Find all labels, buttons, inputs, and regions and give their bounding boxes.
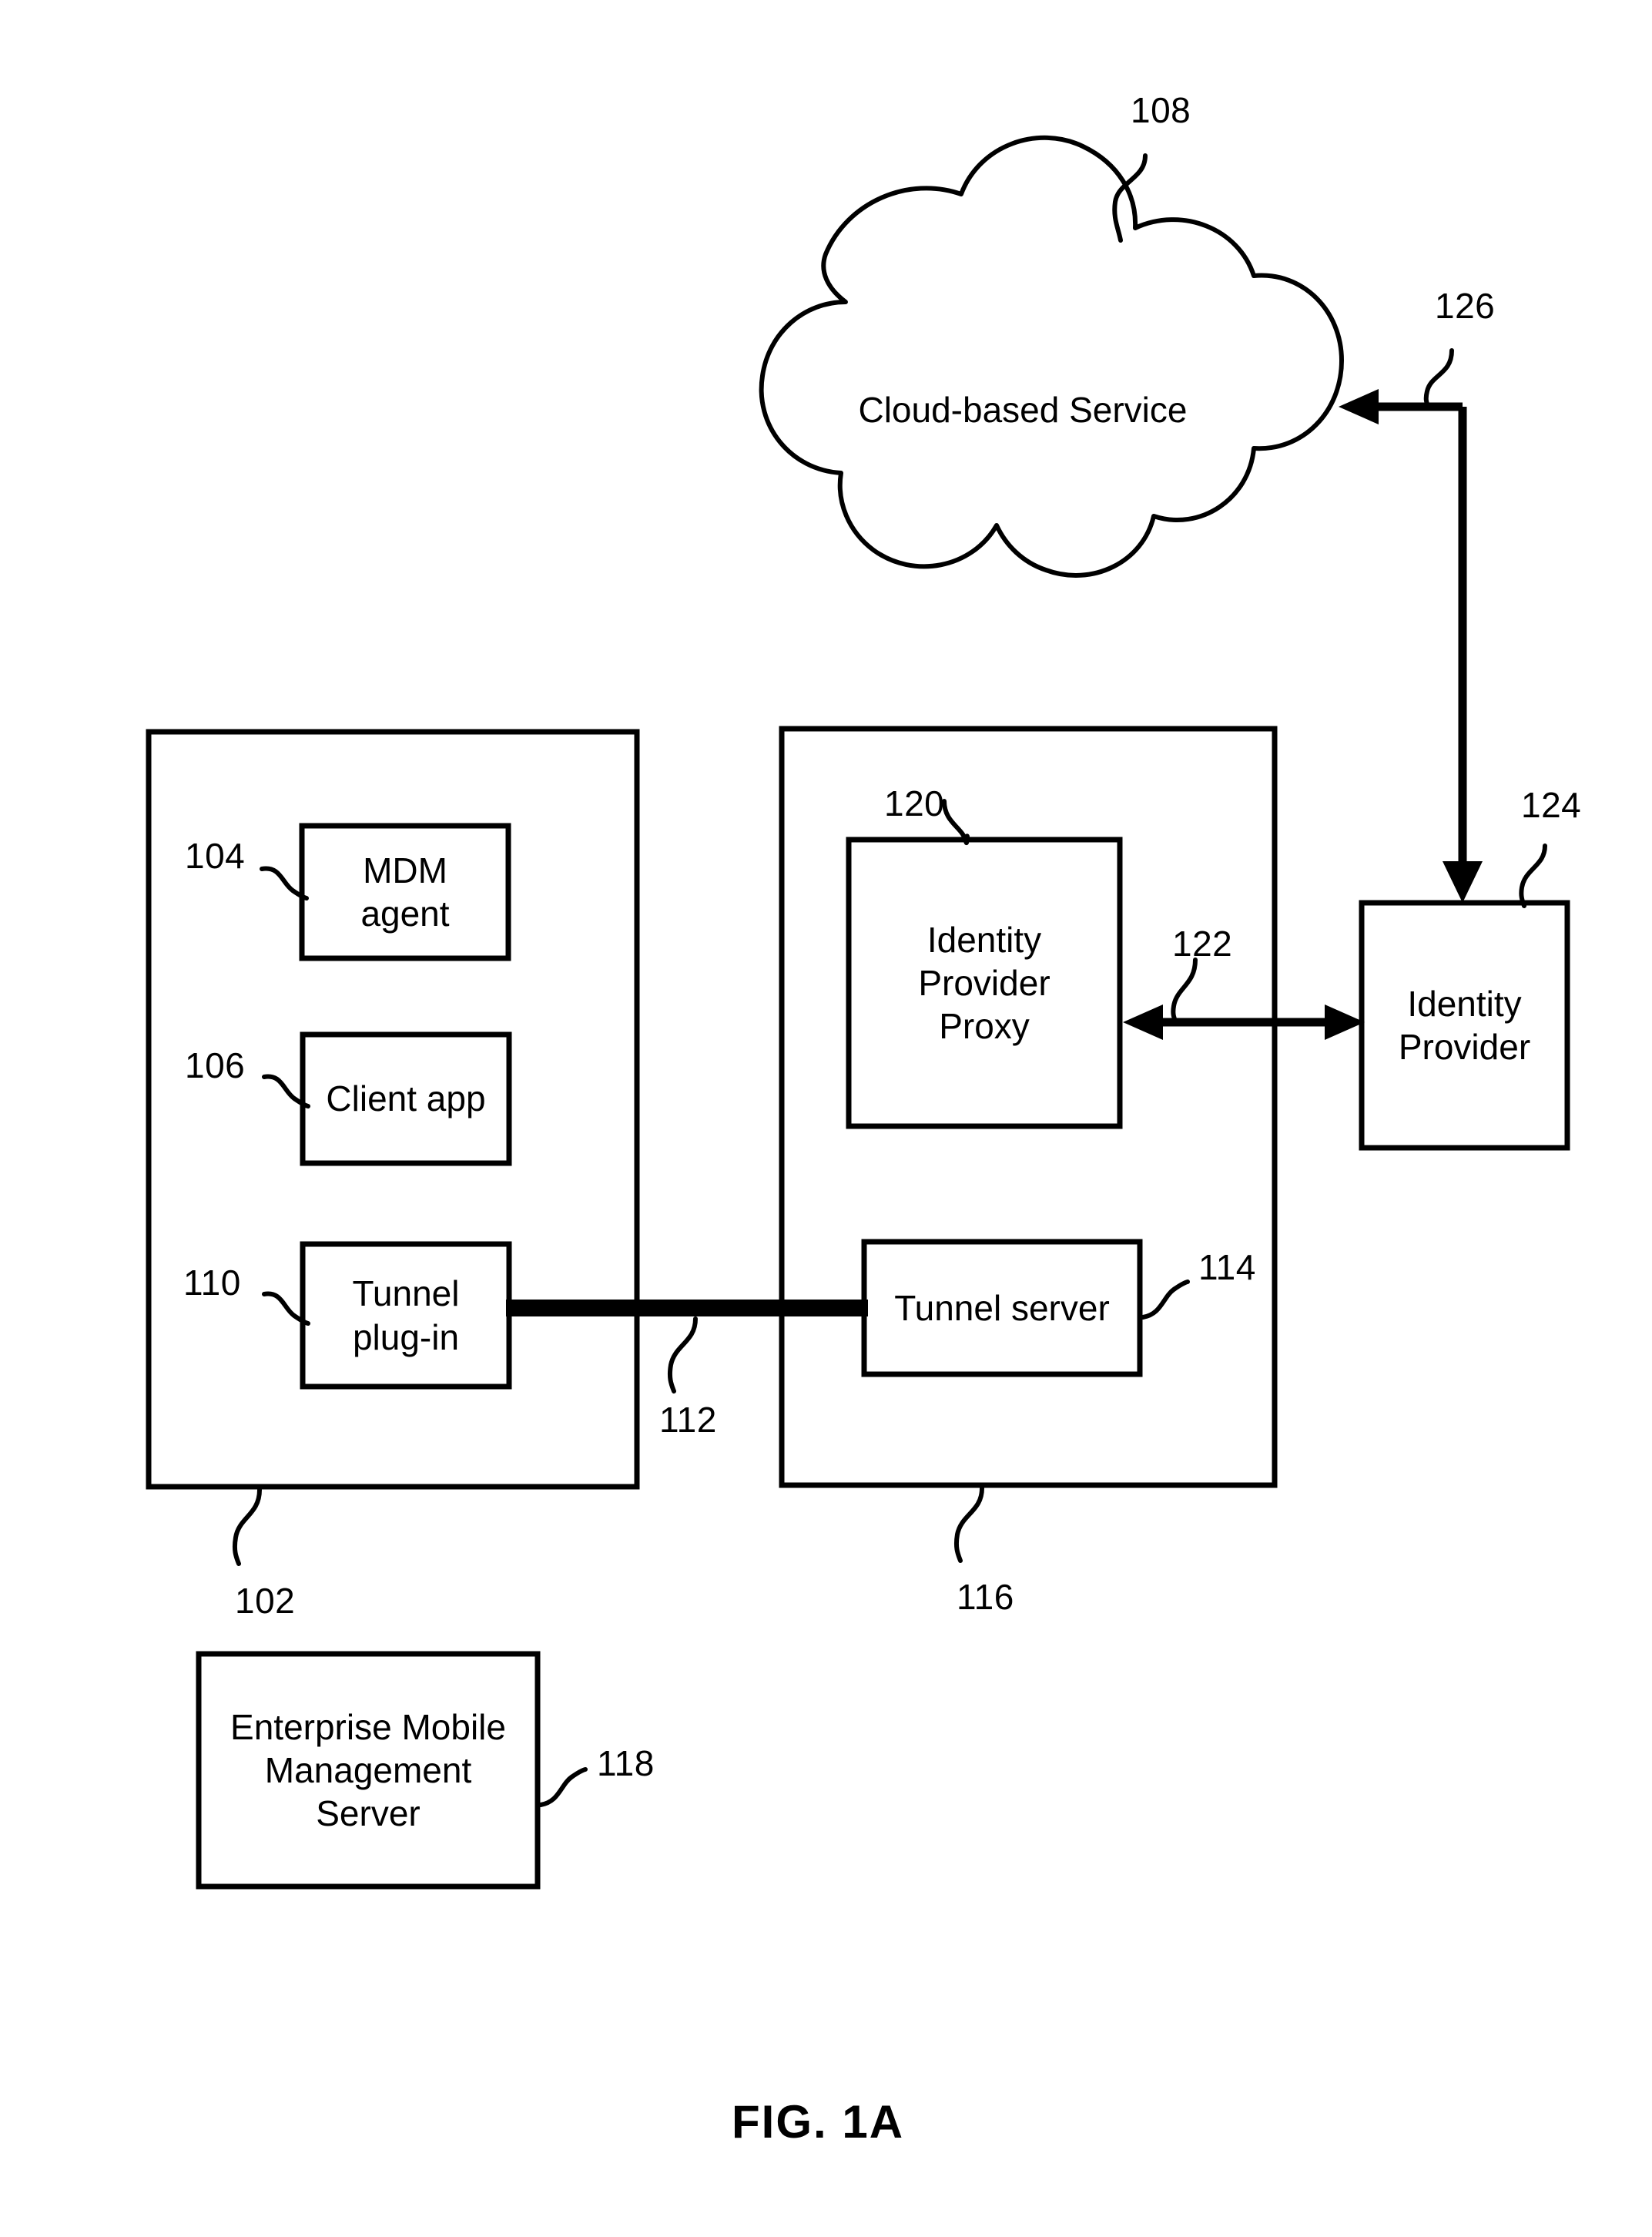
ref-118: 118	[597, 1743, 655, 1783]
tunnel-plugin-line1: Tunnel	[352, 1273, 460, 1314]
figure-canvas: Cloud-based Service 108 126 102 116 MDM …	[0, 0, 1652, 2237]
connector-126	[1339, 389, 1483, 903]
ref-116: 116	[957, 1577, 1014, 1617]
mdm-agent-line1: MDM	[363, 850, 447, 890]
leader-112	[667, 1316, 698, 1394]
block-label-identity-provider: Identity Provider	[1362, 903, 1567, 1148]
ref-112: 112	[659, 1400, 717, 1440]
ref-104: 104	[185, 836, 246, 876]
ref-114: 114	[1198, 1247, 1256, 1287]
connector-122	[1123, 1004, 1365, 1040]
leader-102	[232, 1487, 262, 1566]
ref-102: 102	[235, 1581, 296, 1621]
ref-124: 124	[1521, 785, 1582, 825]
mdm-agent-line2: agent	[360, 894, 450, 934]
leader-124	[1519, 843, 1547, 908]
idp-proxy-line1: Identity	[927, 919, 1042, 960]
block-label-client-app: Client app	[326, 1078, 486, 1119]
cloud-label: Cloud-based Service	[858, 390, 1188, 430]
leader-122	[1171, 958, 1198, 1025]
idp-proxy-line2: Provider	[918, 962, 1051, 1003]
leader-116	[953, 1486, 984, 1563]
ref-122: 122	[1172, 924, 1233, 964]
ref-106: 106	[185, 1045, 246, 1085]
ref-108: 108	[1131, 90, 1191, 130]
block-label-tunnel-plugin: Tunnel plug-in	[303, 1244, 509, 1387]
leader-118	[538, 1767, 588, 1807]
emm-server-line2: Management	[264, 1749, 472, 1790]
tunnel-plugin-line2: plug-in	[352, 1316, 460, 1357]
block-label-emm-server: Enterprise Mobile Management Server	[199, 1654, 538, 1887]
identity-provider-line2: Provider	[1398, 1027, 1531, 1067]
emm-server-line1: Enterprise Mobile	[230, 1706, 506, 1747]
idp-proxy-line3: Proxy	[939, 1006, 1030, 1047]
figure-caption: FIG. 1A	[732, 2096, 905, 2148]
ref-110: 110	[183, 1263, 241, 1303]
emm-server-line3: Server	[316, 1793, 421, 1834]
block-label-idp-proxy: Identity Provider Proxy	[849, 840, 1120, 1126]
block-label-mdm-agent: MDM agent	[302, 826, 508, 958]
cloud-shape	[759, 135, 1344, 578]
ref-120: 120	[884, 783, 945, 823]
connector-tunnel-112	[506, 1300, 868, 1316]
leader-126	[1423, 348, 1454, 411]
leader-114	[1141, 1279, 1190, 1320]
leader-120	[942, 799, 970, 845]
block-label-tunnel-server: Tunnel server	[894, 1287, 1110, 1328]
ref-126: 126	[1435, 286, 1496, 326]
identity-provider-line1: Identity	[1407, 983, 1522, 1024]
